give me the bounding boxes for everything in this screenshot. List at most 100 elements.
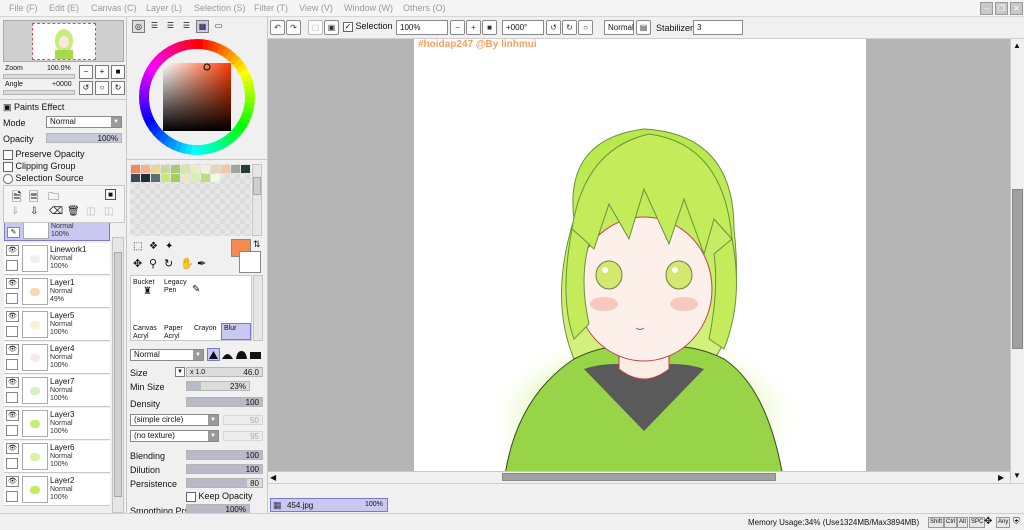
eye-icon[interactable]: 👁 [6, 377, 19, 388]
color-swatch[interactable] [161, 165, 170, 173]
tip-shape-flat[interactable] [249, 348, 262, 361]
eye-icon[interactable]: 👁 [6, 410, 19, 421]
color-swatch[interactable] [151, 165, 160, 173]
rotate-left-button[interactable]: ↺ [546, 20, 561, 35]
shape-strength-slider[interactable]: 50 [223, 415, 263, 425]
color-swatch[interactable] [171, 174, 180, 182]
color-swatch[interactable] [141, 174, 150, 182]
tip-shape-soft[interactable] [235, 348, 248, 361]
keep-opacity-checkbox[interactable]: Keep Opacity [186, 491, 253, 502]
scroll-down-arrow[interactable]: ▼ [1013, 471, 1021, 480]
scroll-right-arrow[interactable]: ▶ [998, 473, 1004, 482]
legacy-pen-tool[interactable]: Legacy Pen ✎ [164, 279, 200, 295]
canvas[interactable]: #hoidap247 @By linhmui [414, 39, 866, 483]
rect-select-tool[interactable]: ⬚ [133, 241, 142, 252]
color-swatch[interactable] [131, 174, 140, 182]
flip-view-button[interactable]: ▤ [636, 20, 651, 35]
invert-selection-button[interactable]: ▣ [324, 20, 339, 35]
color-wheel[interactable] [135, 35, 259, 159]
scroll-left-arrow[interactable]: ◀ [270, 473, 276, 482]
restore-button[interactable]: ❐ [995, 2, 1008, 15]
tip-shape-sharp[interactable] [207, 348, 220, 361]
lock-button[interactable]: ◫ [86, 206, 95, 217]
layer-row[interactable]: 👁 Linework1 Normal 100% [4, 243, 110, 275]
clear-layer-button[interactable]: ⌫ [49, 206, 63, 217]
menu-window[interactable]: Window (W) [344, 3, 393, 13]
palette-scrollbar[interactable] [252, 164, 262, 236]
layer-row[interactable]: 👁 Layer1 Normal 49% [4, 276, 110, 308]
layer-lock-box[interactable] [6, 392, 18, 403]
layer-opacity-slider[interactable]: 100% [46, 133, 122, 143]
swatch-palette[interactable] [130, 164, 251, 236]
selection-source-checkbox[interactable]: Selection Source [3, 173, 84, 184]
menu-layer[interactable]: Layer (L) [146, 3, 182, 13]
stabilizer-field[interactable]: 3 [693, 20, 743, 35]
close-button[interactable]: ✕ [1010, 2, 1023, 15]
scratch-pad-button[interactable]: ▭ [212, 20, 225, 33]
swap-color-icon[interactable]: ⇅ [253, 239, 261, 250]
layer-row[interactable]: 👁 Layer6 Normal 100% [4, 441, 110, 473]
transfer-down-button[interactable]: ⇓ [11, 206, 19, 217]
menu-canvas[interactable]: Canvas (C) [91, 3, 137, 13]
layer-scrollbar[interactable] [112, 237, 124, 513]
layer-lock-box[interactable] [6, 458, 18, 469]
brush-blend-select[interactable]: Normal ▼ [130, 349, 204, 361]
canvas-acryl-tool[interactable]: Canvas Acryl [133, 325, 161, 341]
zoom-tool[interactable]: ⚲ [149, 257, 157, 270]
menu-edit[interactable]: Edit (E) [49, 3, 79, 13]
blending-slider[interactable]: 100 [186, 450, 263, 460]
view-mode-field[interactable]: Normal [604, 20, 634, 35]
rotate-left-button[interactable]: ↺ [79, 81, 93, 95]
layer-row-selected[interactable]: ✎ Normal 100% [4, 223, 110, 241]
zoom-slider[interactable] [3, 74, 75, 79]
hand-tool[interactable]: ✋ [180, 257, 194, 270]
hue-segment[interactable] [190, 39, 199, 50]
magic-wand-tool[interactable]: ✦ [165, 241, 173, 252]
color-swatch[interactable] [161, 174, 170, 182]
color-swatch[interactable] [231, 165, 240, 173]
layer-lock-box[interactable] [6, 260, 18, 271]
layer-lock-box[interactable] [6, 293, 18, 304]
rotate-right-button[interactable]: ↻ [111, 81, 125, 95]
swatch-mode-button[interactable]: ▦ [196, 20, 209, 33]
preserve-opacity-checkbox[interactable]: Preserve Opacity [3, 149, 85, 160]
hue-segment[interactable] [139, 95, 150, 104]
new-folder-button[interactable]: 🗀 [48, 188, 59, 207]
undo-button[interactable]: ↶ [270, 20, 285, 35]
eye-icon[interactable]: 👁 [6, 245, 19, 256]
color-swatch[interactable] [171, 165, 180, 173]
color-swatch[interactable] [201, 174, 210, 182]
palette-scroll-thumb[interactable] [253, 177, 261, 195]
sub-color-swatch[interactable] [239, 251, 261, 273]
layer-scroll-thumb[interactable] [114, 252, 122, 497]
color-swatch[interactable] [151, 174, 160, 182]
color-swatch[interactable] [211, 165, 220, 173]
layer-lock-box[interactable] [6, 491, 18, 502]
delete-layer-button[interactable]: 🗑 [67, 206, 80, 217]
layer-lock-box[interactable] [6, 326, 18, 337]
layer-row[interactable]: 👁 Layer3 Normal 100% [4, 408, 110, 440]
eye-icon[interactable]: 👁 [6, 278, 19, 289]
eye-icon[interactable]: 👁 [6, 311, 19, 322]
angle-field[interactable]: +000° [502, 20, 544, 35]
persistence-slider[interactable]: 80 [186, 478, 263, 488]
layer-panel-toggle[interactable]: ■ [105, 189, 116, 200]
bucket-tool[interactable]: Bucket ♜ [133, 279, 154, 297]
density-slider[interactable]: 100 [186, 397, 263, 407]
vertical-scrollbar[interactable]: ▲ ▼ [1010, 39, 1024, 483]
color-swatch[interactable] [131, 165, 140, 173]
zoom-in-button[interactable]: + [466, 20, 481, 35]
zoom-out-button[interactable]: − [79, 65, 93, 79]
navigator-viewport[interactable] [32, 23, 96, 60]
document-tab[interactable]: ▦ 454.jpg 100% [270, 498, 388, 512]
layer-row[interactable]: 👁 Layer5 Normal 100% [4, 309, 110, 341]
color-swatch[interactable] [201, 165, 210, 173]
eye-icon[interactable]: 👁 [6, 443, 19, 454]
color-swatch[interactable] [141, 165, 150, 173]
crayon-tool[interactable]: Crayon [194, 325, 217, 332]
brush-shape-select[interactable]: (simple circle) ▼ [130, 414, 219, 426]
color-swatch[interactable] [241, 165, 250, 173]
deselect-button[interactable]: ▢ [308, 20, 323, 35]
menu-view[interactable]: View (V) [299, 3, 333, 13]
menu-selection[interactable]: Selection (S) [194, 3, 246, 13]
